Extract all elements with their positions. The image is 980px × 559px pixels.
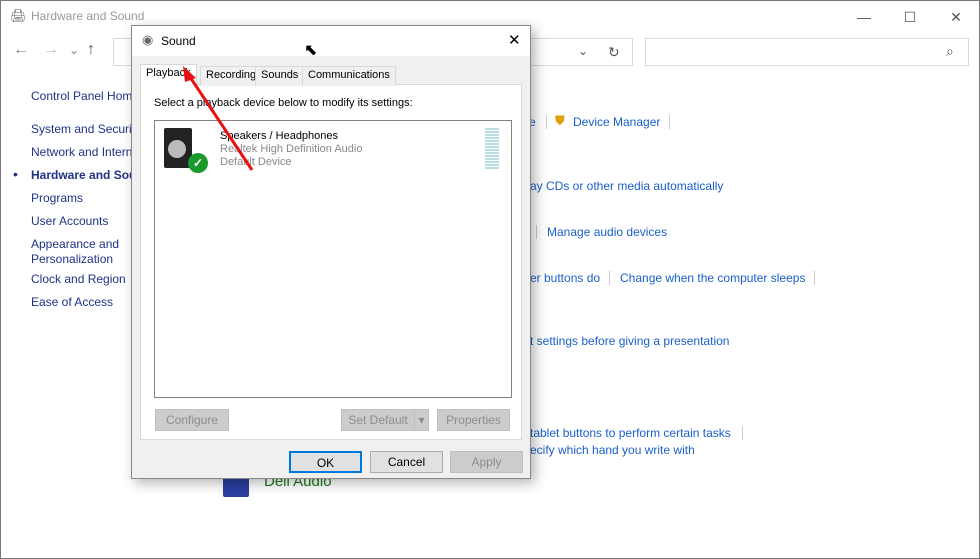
mouse-cursor-icon: ⬉ bbox=[304, 42, 318, 59]
annotation-arrow bbox=[183, 66, 254, 171]
